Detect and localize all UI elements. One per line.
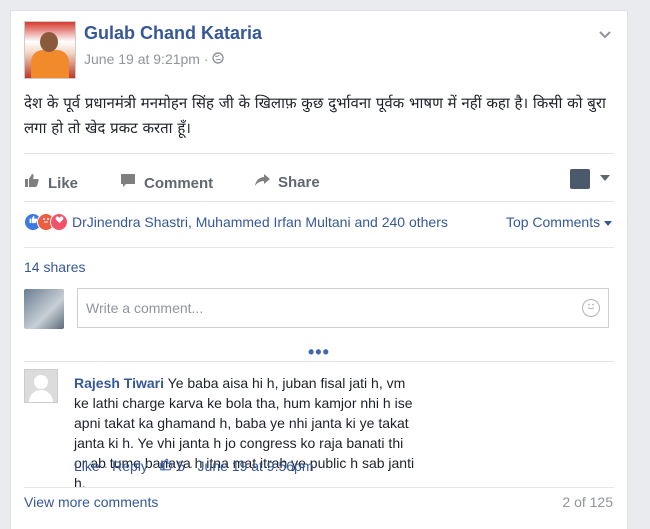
divider bbox=[24, 361, 614, 362]
comment-reply-link[interactable]: Reply bbox=[112, 458, 148, 474]
chevron-down-icon[interactable] bbox=[600, 171, 610, 185]
like-icon bbox=[24, 173, 42, 192]
post-text: देश के पूर्व प्रधानमंत्री मनमोहन सिंह जी… bbox=[24, 94, 606, 137]
chevron-down-icon[interactable] bbox=[598, 27, 612, 45]
post-card: Gulab Chand Kataria June 19 at 9:21pm · … bbox=[10, 10, 628, 529]
separator: · bbox=[188, 458, 194, 474]
smiley-icon[interactable] bbox=[582, 299, 600, 317]
globe-icon bbox=[212, 51, 225, 67]
author-avatar[interactable] bbox=[24, 21, 76, 79]
commenter-name[interactable]: Rajesh Tiwari bbox=[74, 375, 164, 391]
thumbs-up-icon[interactable] bbox=[160, 458, 173, 474]
reactions-bar: DrJinendra Shastri, Muhammed Irfan Multa… bbox=[24, 207, 614, 237]
viewer-avatar bbox=[24, 289, 64, 329]
divider bbox=[24, 487, 614, 488]
share-button[interactable]: Share bbox=[254, 173, 320, 191]
post-meta: June 19 at 9:21pm · bbox=[84, 51, 225, 67]
like-button[interactable]: Like bbox=[24, 173, 78, 192]
love-reaction-icon[interactable] bbox=[50, 213, 68, 231]
divider bbox=[24, 201, 614, 202]
caret-down-icon bbox=[604, 214, 612, 230]
avatar-head bbox=[34, 375, 48, 389]
post-header: Gulab Chand Kataria June 19 at 9:21pm · bbox=[24, 21, 614, 81]
comment-like-count[interactable]: 5 bbox=[177, 458, 185, 474]
separator: · bbox=[151, 458, 157, 474]
comment-time[interactable]: June 19 at 9:56pm bbox=[198, 458, 314, 474]
comment-icon bbox=[120, 173, 138, 192]
comment-placeholder: Write a comment... bbox=[86, 300, 204, 316]
top-comments-label: Top Comments bbox=[505, 214, 601, 230]
author-name[interactable]: Gulab Chand Kataria bbox=[84, 23, 262, 44]
comment-body: Rajesh Tiwari Ye baba aisa hi h, juban f… bbox=[74, 373, 419, 493]
post-actions: Like Comment Share bbox=[24, 161, 614, 201]
share-icon bbox=[254, 173, 272, 191]
separator: · bbox=[103, 458, 109, 474]
meta-separator: · bbox=[203, 51, 209, 67]
divider bbox=[24, 153, 614, 154]
reaction-names[interactable]: DrJinendra Shastri, Muhammed Irfan Multa… bbox=[72, 214, 448, 230]
comments-count: 2 of 125 bbox=[562, 494, 613, 510]
top-comments-dropdown[interactable]: Top Comments bbox=[506, 214, 612, 230]
avatar-shoulders bbox=[29, 390, 53, 402]
more-comments-dots[interactable]: ••• bbox=[308, 342, 330, 363]
avatar-face bbox=[40, 32, 58, 52]
view-more-comments-link[interactable]: View more comments bbox=[24, 494, 158, 510]
comment-button[interactable]: Comment bbox=[120, 173, 213, 192]
like-label: Like bbox=[48, 175, 79, 192]
comment-actions: Like · Reply · 5 · June 19 at 9:56pm bbox=[74, 458, 314, 474]
post-timestamp[interactable]: June 19 at 9:21pm bbox=[84, 51, 200, 67]
share-as-avatar[interactable] bbox=[570, 169, 590, 189]
comment-input[interactable]: Write a comment... bbox=[77, 288, 609, 328]
shares-count[interactable]: 14 shares bbox=[24, 259, 85, 275]
comment-like-link[interactable]: Like bbox=[74, 458, 100, 474]
avatar-body bbox=[31, 50, 69, 78]
commenter-avatar[interactable] bbox=[24, 369, 58, 403]
divider bbox=[24, 247, 614, 248]
share-label: Share bbox=[278, 174, 320, 191]
comment-label: Comment bbox=[144, 175, 214, 192]
